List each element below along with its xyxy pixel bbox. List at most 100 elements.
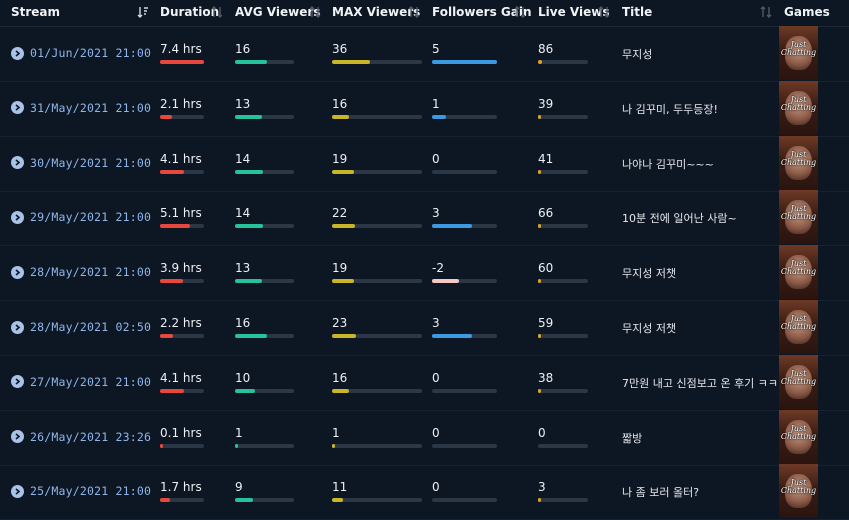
stream-cell[interactable]: 01/Jun/2021 21:00 <box>11 45 151 61</box>
table-row[interactable]: 28/May/2021 21:00 3.9 hrs 13 19 -2 60 무지성 저챗 Ju… <box>0 245 849 302</box>
game-thumbnail[interactable]: Just Chatting <box>779 409 818 464</box>
stream-title: 무지성 저챗 <box>622 322 677 335</box>
stream-date-link[interactable]: 29/May/2021 21:00 <box>30 210 151 224</box>
stream-date-link[interactable]: 25/May/2021 21:00 <box>30 484 151 498</box>
chevron-right-icon[interactable] <box>11 101 24 115</box>
max-viewers-value: 1 <box>332 425 340 440</box>
game-thumbnail-text: Just Chatting <box>780 259 817 277</box>
table-row[interactable]: 29/May/2021 21:00 5.1 hrs 14 22 3 66 10분 전에 일어… <box>0 190 849 247</box>
max-viewers-bar-fill <box>332 279 354 284</box>
duration-value: 5.1 hrs <box>160 206 202 221</box>
sort-icon[interactable] <box>760 5 772 19</box>
stream-cell[interactable]: 26/May/2021 23:26 <box>11 429 151 445</box>
avg-viewers-bar <box>235 60 294 64</box>
game-thumbnail[interactable]: Just Chatting <box>779 300 818 354</box>
avg-viewers-bar-fill <box>235 224 264 229</box>
table-row[interactable]: 01/Jun/2021 21:00 7.4 hrs 16 36 5 86 무지성 Just C… <box>0 26 849 82</box>
stream-date-link[interactable]: 28/May/2021 02:50 <box>30 320 151 334</box>
column-header-title[interactable]: Title <box>622 0 652 26</box>
game-thumbnail[interactable]: Just Chatting <box>779 464 818 519</box>
table-row[interactable]: 31/May/2021 21:00 2.1 hrs 13 16 1 39 나 김꾸미, 두두… <box>0 80 849 137</box>
live-views-bar <box>538 498 588 503</box>
stream-cell[interactable]: 31/May/2021 21:00 <box>11 100 151 116</box>
max-viewers-value: 22 <box>332 206 348 221</box>
game-thumbnail[interactable]: Just Chatting <box>779 135 818 190</box>
table-row[interactable]: 28/May/2021 02:50 2.2 hrs 16 23 3 59 무지성 저챗 Jus… <box>0 300 849 356</box>
followers-gain-value: -2 <box>432 261 444 276</box>
game-thumbnail-text: Just Chatting <box>780 314 817 331</box>
stream-date-link[interactable]: 30/May/2021 21:00 <box>30 156 151 170</box>
chevron-right-icon[interactable] <box>11 430 24 444</box>
followers-gain-bar-fill <box>432 60 497 64</box>
live-views-bar-fill <box>538 224 541 229</box>
duration-bar <box>160 169 204 174</box>
sort-icon[interactable] <box>598 5 610 19</box>
column-header-avg-viewers[interactable]: AVG Viewers <box>235 0 320 26</box>
stream-date-link[interactable]: 01/Jun/2021 21:00 <box>30 46 151 60</box>
sort-icon[interactable] <box>309 5 321 19</box>
stream-cell[interactable]: 28/May/2021 21:00 <box>11 264 151 280</box>
stream-title: 무지성 <box>622 48 653 61</box>
stream-cell[interactable]: 28/May/2021 02:50 <box>11 319 151 335</box>
duration-bar <box>160 388 204 393</box>
live-views-bar-fill <box>538 334 541 338</box>
chevron-right-icon[interactable] <box>11 375 24 389</box>
avg-viewers-bar <box>235 279 294 284</box>
sort-icon[interactable] <box>514 5 526 19</box>
duration-value: 2.2 hrs <box>160 316 202 330</box>
live-views-value: 60 <box>538 261 554 276</box>
max-viewers-bar-fill <box>332 443 335 448</box>
chevron-right-icon[interactable] <box>11 46 24 60</box>
stream-cell[interactable]: 25/May/2021 21:00 <box>11 483 151 499</box>
avg-viewers-value: 13 <box>235 96 251 111</box>
table-row[interactable]: 30/May/2021 21:00 4.1 hrs 14 19 0 41 나야나 김꾸미~~… <box>0 135 849 192</box>
live-views-bar-fill <box>538 388 541 393</box>
stream-date-link[interactable]: 31/May/2021 21:00 <box>30 101 151 115</box>
followers-gain-value: 0 <box>432 370 440 385</box>
max-viewers-value: 19 <box>332 261 348 276</box>
stream-date-link[interactable]: 27/May/2021 21:00 <box>30 375 151 389</box>
avg-viewers-bar <box>235 114 294 119</box>
stream-cell[interactable]: 29/May/2021 21:00 <box>11 209 151 225</box>
game-thumbnail[interactable]: Just Chatting <box>779 80 818 135</box>
chevron-right-icon[interactable] <box>11 265 24 279</box>
stream-cell[interactable]: 27/May/2021 21:00 <box>11 374 151 390</box>
game-thumbnail[interactable]: Just Chatting <box>779 190 818 245</box>
followers-gain-bar <box>432 498 497 503</box>
duration-bar-fill <box>160 443 163 448</box>
stream-cell[interactable]: 30/May/2021 21:00 <box>11 155 151 171</box>
live-views-bar <box>538 279 588 284</box>
table-row[interactable]: 27/May/2021 21:00 4.1 hrs 10 16 0 38 7만원 내고 신점… <box>0 354 849 411</box>
sort-desc-icon[interactable] <box>137 5 149 19</box>
stream-date-link[interactable]: 26/May/2021 23:26 <box>30 430 151 444</box>
stream-title: 7만원 내고 신점보고 온 후기 ㅋㅋ <box>622 376 779 390</box>
stream-title: 나 김꾸미, 두두등장! <box>622 102 718 116</box>
chevron-right-icon[interactable] <box>11 484 24 498</box>
duration-bar-fill <box>160 498 171 503</box>
game-thumbnail[interactable]: Just Chatting <box>779 245 818 300</box>
table-row[interactable]: 26/May/2021 23:26 0.1 hrs 1 1 0 0 짧방 Just Chatt… <box>0 409 849 466</box>
max-viewers-bar <box>332 388 422 393</box>
avg-viewers-bar-fill <box>235 498 254 503</box>
followers-gain-bar <box>432 224 497 229</box>
live-views-bar <box>538 224 588 229</box>
max-viewers-value: 16 <box>332 370 348 385</box>
duration-bar-fill <box>160 60 204 64</box>
game-thumbnail[interactable]: Just Chatting <box>779 26 818 80</box>
game-thumbnail-text: Just Chatting <box>780 478 817 496</box>
stream-title: 10분 전에 일어난 사람~ <box>622 212 737 226</box>
chevron-right-icon[interactable] <box>11 210 24 224</box>
chevron-right-icon[interactable] <box>11 156 24 170</box>
max-viewers-value: 16 <box>332 96 348 111</box>
column-header-stream[interactable]: Stream <box>11 0 60 26</box>
duration-bar <box>160 279 204 284</box>
stream-date-link[interactable]: 28/May/2021 21:00 <box>30 265 151 279</box>
followers-gain-value: 3 <box>432 316 440 330</box>
live-views-value: 39 <box>538 96 554 111</box>
sort-icon[interactable] <box>408 5 420 19</box>
game-thumbnail[interactable]: Just Chatting <box>779 354 818 409</box>
table-row[interactable]: 25/May/2021 21:00 1.7 hrs 9 11 0 3 나 좀 보러 올터? J… <box>0 464 849 520</box>
chevron-right-icon[interactable] <box>11 320 24 334</box>
sort-icon[interactable] <box>211 5 223 19</box>
live-views-bar <box>538 114 588 119</box>
